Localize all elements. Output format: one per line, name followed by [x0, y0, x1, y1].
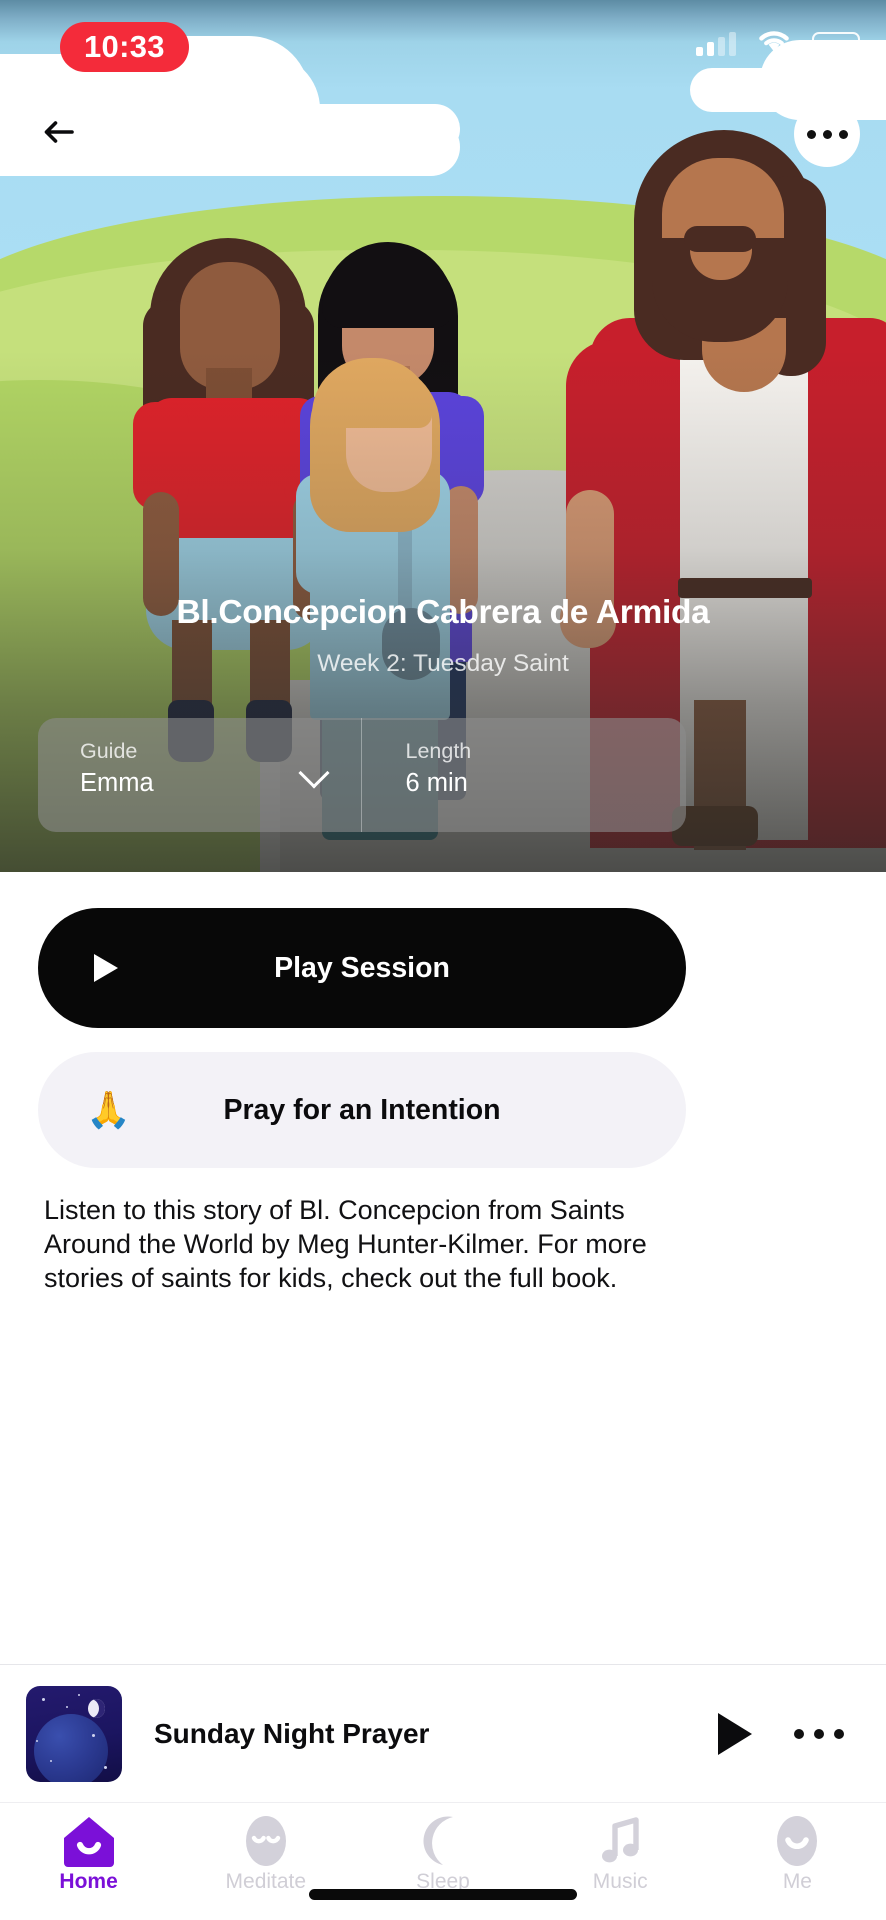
home-indicator[interactable]	[309, 1889, 577, 1900]
mini-player-more-button[interactable]	[794, 1728, 844, 1739]
tab-home[interactable]: Home	[0, 1803, 177, 1920]
music-note-icon	[596, 1814, 644, 1868]
session-options-selector: Guide Emma Length 6 min	[38, 718, 686, 832]
more-options-icon	[806, 129, 816, 139]
praying-hands-icon: 🙏	[86, 1089, 131, 1130]
tab-music-label: Music	[592, 1870, 648, 1893]
moon-icon	[419, 1814, 467, 1868]
night-sky-earth-thumbnail	[26, 1685, 122, 1782]
bottom-tab-bar: Home Meditate Sleep Music Me	[0, 1802, 886, 1920]
battery-low-power-icon	[812, 31, 864, 56]
mini-player-title: Sunday Night Prayer	[154, 1717, 430, 1749]
back-arrow-icon	[42, 118, 76, 151]
pray-for-intention-label: Pray for an Intention	[223, 1093, 501, 1126]
wifi-icon	[756, 28, 792, 59]
hero-banner: Bl.Concepcion Cabrera de Armida Week 2: …	[0, 0, 886, 872]
length-label: Length	[405, 739, 472, 763]
status-bar-icons	[696, 28, 864, 59]
pray-for-intention-button[interactable]: 🙏 Pray for an Intention	[38, 1052, 686, 1168]
length-value: 6 min	[405, 769, 468, 797]
more-options-button[interactable]	[794, 101, 860, 167]
more-options-icon-dot	[814, 1728, 824, 1739]
tab-meditate[interactable]: Meditate	[177, 1803, 354, 1920]
back-button[interactable]	[26, 101, 92, 167]
page-subtitle: Week 2: Tuesday Saint	[317, 650, 569, 677]
more-options-icon-dot	[822, 129, 832, 139]
status-bar: 10:33	[0, 0, 886, 72]
guide-label: Guide	[80, 739, 138, 763]
tab-sleep[interactable]: Sleep	[354, 1803, 531, 1920]
home-icon	[61, 1814, 117, 1868]
meditate-face-icon	[240, 1814, 292, 1868]
status-bar-time: 10:33	[60, 22, 189, 72]
play-icon	[94, 954, 118, 982]
profile-face-icon	[771, 1814, 823, 1868]
tab-home-label: Home	[59, 1870, 118, 1893]
tab-me-label: Me	[782, 1870, 812, 1893]
mini-player[interactable]: Sunday Night Prayer	[0, 1664, 886, 1802]
tab-me[interactable]: Me	[709, 1803, 886, 1920]
mini-player-play-button[interactable]	[718, 1712, 752, 1755]
more-options-icon	[794, 1728, 804, 1739]
play-session-label: Play Session	[274, 951, 450, 984]
more-options-icon-dot	[834, 1728, 844, 1739]
tab-meditate-label: Meditate	[225, 1870, 307, 1893]
more-options-icon-dot	[838, 129, 848, 139]
guide-selector[interactable]: Guide Emma	[38, 718, 361, 832]
cellular-signal-icon	[696, 31, 736, 56]
length-selector[interactable]: Length 6 min	[360, 718, 687, 832]
page-title: Bl.Concepcion Cabrera de Armida	[176, 594, 710, 631]
session-description: Listen to this story of Bl. Concepcion f…	[44, 1195, 647, 1293]
tab-music[interactable]: Music	[532, 1803, 709, 1920]
play-session-button[interactable]: Play Session	[38, 908, 686, 1028]
